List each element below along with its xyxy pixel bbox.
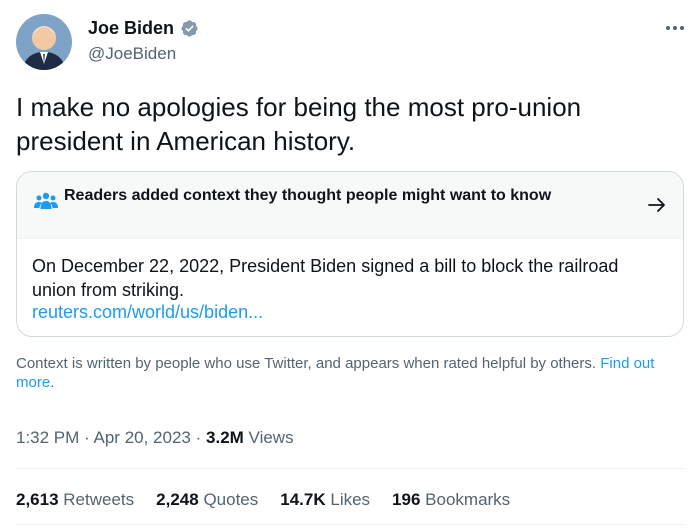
- retweets-label: Retweets: [63, 490, 135, 509]
- meta-separator: ·: [195, 428, 202, 447]
- more-options-icon[interactable]: [664, 18, 686, 38]
- quotes-count: 2,248: [156, 490, 199, 509]
- people-icon: [34, 192, 58, 209]
- tweet-text: I make no apologies for being the most p…: [16, 92, 582, 156]
- bookmarks-count: 196: [392, 490, 421, 509]
- footnote-period: .: [50, 374, 55, 391]
- community-note-link[interactable]: reuters.com/world/us/biden...: [32, 302, 263, 323]
- author-handle[interactable]: @JoeBiden: [88, 44, 176, 64]
- community-note-header[interactable]: Readers added context they thought peopl…: [17, 172, 683, 239]
- views-count: 3.2M: [206, 428, 244, 447]
- arrow-right-icon[interactable]: [647, 196, 667, 214]
- avatar-portrait: [16, 14, 72, 70]
- likes-stat[interactable]: 14.7K Likes: [280, 490, 370, 510]
- community-note-title: Readers added context they thought peopl…: [64, 187, 552, 204]
- community-note-body: On December 22, 2022, President Biden si…: [32, 256, 619, 300]
- quotes-stat[interactable]: 2,248 Quotes: [156, 490, 258, 510]
- context-footnote: Context is written by people who use Twi…: [16, 354, 686, 392]
- views-label: Views: [248, 428, 294, 447]
- retweets-stat[interactable]: 2,613 Retweets: [16, 490, 134, 510]
- avatar[interactable]: [16, 14, 72, 70]
- meta-separator: ·: [84, 428, 90, 447]
- tweet-meta: 1:32 PM · Apr 20, 2023 · 3.2M Views: [16, 428, 294, 448]
- likes-label: Likes: [330, 490, 371, 509]
- author-name[interactable]: Joe Biden: [88, 18, 174, 39]
- engagement-stats: 2,613 Retweets 2,248 Quotes 14.7K Likes …: [16, 490, 510, 510]
- likes-count: 14.7K: [280, 490, 326, 509]
- bookmarks-stat[interactable]: 196 Bookmarks: [392, 490, 510, 510]
- divider: [16, 468, 686, 469]
- bookmarks-label: Bookmarks: [425, 490, 511, 509]
- quotes-label: Quotes: [203, 490, 259, 509]
- tweet-time[interactable]: 1:32 PM: [16, 428, 79, 447]
- retweets-count: 2,613: [16, 490, 59, 509]
- tweet-date[interactable]: Apr 20, 2023: [94, 428, 191, 447]
- divider: [16, 524, 686, 525]
- verified-badge-icon: [181, 20, 198, 37]
- community-note: Readers added context they thought peopl…: [16, 171, 684, 337]
- author-name-row[interactable]: Joe Biden: [88, 18, 199, 39]
- footnote-text: Context is written by people who use Twi…: [16, 355, 601, 372]
